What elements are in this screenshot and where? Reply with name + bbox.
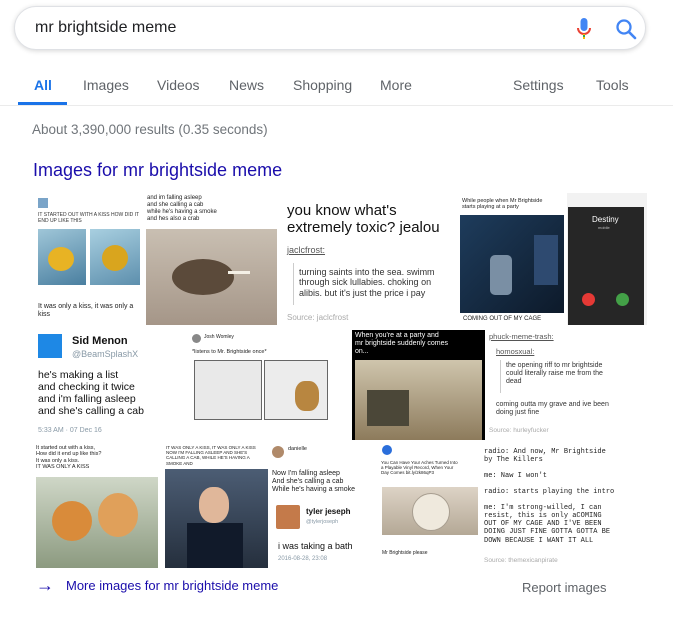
tweet-author-2: tyler jeseph	[306, 507, 351, 516]
tweet-author: danielle	[288, 446, 307, 452]
tab-more[interactable]: More	[380, 77, 412, 93]
caller-status: mobile	[598, 225, 610, 230]
active-tab-indicator	[18, 102, 67, 105]
avatar	[276, 505, 300, 529]
avatar	[38, 334, 62, 358]
caller-name: Destiny	[592, 215, 619, 224]
tile-user: jaclcfrost:	[287, 245, 326, 255]
tweet-body: *listens to Mr. Brightside once*	[192, 349, 267, 355]
more-images-label: More images for mr brightside meme	[66, 578, 279, 593]
image-tile-fish[interactable]: IT STARTED OUT WITH A KISS HOW DID IT EN…	[34, 193, 144, 325]
tab-images[interactable]: Images	[83, 77, 129, 93]
image-tile-sid[interactable]: Sid Menon @BeamSplashX he's making a lis…	[34, 330, 184, 440]
image-tile-shiba[interactable]: It started out with a kiss, How did it e…	[34, 443, 160, 568]
battlefield-photo	[355, 360, 482, 440]
tile-footer: Mr Brightside please	[382, 550, 428, 556]
image-tile-trash[interactable]: phuck-meme-trash: homosxual: the opening…	[488, 330, 640, 440]
tab-all[interactable]: All	[34, 77, 52, 93]
tile-caption: and im falling asleep and she calling a …	[147, 195, 217, 222]
tab-shopping[interactable]: Shopping	[293, 77, 352, 93]
tile-caption: When you're at a party and mr brightside…	[355, 332, 448, 356]
avatar	[272, 446, 284, 458]
tile-header-text: IT STARTED OUT WITH A KISS HOW DID IT EN…	[38, 212, 140, 224]
image-tile-cruz[interactable]: IT WAS ONLY A KISS, IT WAS ONLY A KISS N…	[164, 443, 268, 568]
fish-photo-right	[90, 229, 140, 285]
arrow-right-icon: →	[36, 575, 54, 595]
microphone-icon[interactable]	[577, 18, 591, 40]
image-tile-army[interactable]: When you're at a party and mr brightside…	[352, 330, 485, 440]
tweet-body: Now I'm falling asleep And she's calling…	[272, 470, 356, 494]
result-stats: About 3,390,000 results (0.35 seconds)	[32, 122, 268, 137]
party-photo	[460, 215, 564, 313]
tile-caption: IT WAS ONLY A KISS, IT WAS ONLY A KISS N…	[166, 445, 256, 466]
image-tile-destiny[interactable]: Destiny mobile	[567, 193, 647, 325]
tile-source: Source: jaclcfrost	[287, 313, 349, 322]
tile-caption: You Can Have Your Aches Turned Into a Pl…	[381, 460, 458, 476]
fish-photo-left	[38, 229, 86, 285]
search-box[interactable]: mr brightside meme	[14, 6, 646, 50]
vinyl-photo	[382, 487, 478, 535]
accept-icon	[616, 293, 629, 306]
tweet-body: he's making a list and checking it twice…	[38, 369, 144, 418]
image-tile-toxic[interactable]: you know what's extremely toxic? jealou …	[280, 193, 456, 325]
tweet-handle: @BeamSplashX	[72, 349, 139, 359]
tab-tools[interactable]: Tools	[596, 77, 629, 93]
tile-quote: turning saints into the sea. swimm throu…	[299, 267, 435, 298]
tile-quote: the opening riff to mr brightside could …	[506, 362, 603, 386]
tile-heading: you know what's extremely toxic? jealou	[287, 202, 440, 237]
tile-source: Source: hurleyfucker	[489, 427, 549, 434]
image-tile-party[interactable]: While people when Mr Brightside starts p…	[460, 193, 564, 325]
images-heading[interactable]: Images for mr brightside meme	[33, 160, 282, 181]
report-images-link[interactable]: Report images	[522, 580, 607, 595]
avatar	[38, 198, 48, 208]
tab-settings[interactable]: Settings	[513, 77, 564, 93]
tile-footer: COMING OUT OF MY CAGE	[463, 316, 542, 322]
tweet-reply: i was taking a bath	[278, 541, 353, 551]
avatar	[382, 445, 392, 455]
tile-reply: coming outta my grave and ive been doing…	[496, 401, 609, 417]
tab-news[interactable]: News	[229, 77, 264, 93]
tweet-author: Sid Menon	[72, 335, 128, 347]
tweet-author: Josh Womley	[204, 334, 234, 340]
tile-user-2: homosxual:	[496, 347, 535, 356]
avatar	[192, 334, 201, 343]
tweet-handle-2: @tylerjoseph	[306, 519, 339, 525]
tab-videos[interactable]: Videos	[157, 77, 200, 93]
empty-kennel-photo	[194, 360, 262, 420]
tweet-time: 5:33 AM · 07 Dec 16	[38, 427, 102, 434]
tile-source: Source: themexicanpirate	[484, 557, 558, 564]
search-input[interactable]: mr brightside meme	[35, 19, 176, 37]
phone-call-screen: Destiny mobile	[568, 207, 644, 325]
crab-photo	[146, 229, 277, 325]
speech-photo	[165, 469, 268, 568]
search-icon[interactable]	[615, 18, 637, 40]
decline-icon	[582, 293, 595, 306]
tile-caption: It started out with a kiss, How did it e…	[36, 445, 102, 470]
image-tile-danielle[interactable]: danielle Now I'm falling asleep And she'…	[271, 443, 376, 568]
tile-caption: It was only a kiss, it was only a kiss	[38, 303, 134, 319]
image-tile-kennels[interactable]: Josh Womley *listens to Mr. Brightside o…	[188, 330, 350, 440]
image-tile-vinyl[interactable]: You Can Have Your Aches Turned Into a Pl…	[380, 443, 478, 568]
search-tabs: All Images Videos News Shopping More Set…	[0, 72, 673, 106]
image-tile-radio[interactable]: radio: And now, Mr Brightside by The Kil…	[482, 443, 640, 568]
image-tile-crab[interactable]: and im falling asleep and she calling a …	[146, 193, 277, 325]
tile-text: radio: And now, Mr Brightside by The Kil…	[484, 448, 615, 545]
shiba-photo	[36, 477, 158, 568]
kennel-dog-photo	[264, 360, 328, 420]
tile-caption: While people when Mr Brightside starts p…	[462, 198, 543, 211]
tweet-time: 2016-08-28, 23:08	[278, 556, 328, 562]
tile-user: phuck-meme-trash:	[489, 332, 554, 341]
